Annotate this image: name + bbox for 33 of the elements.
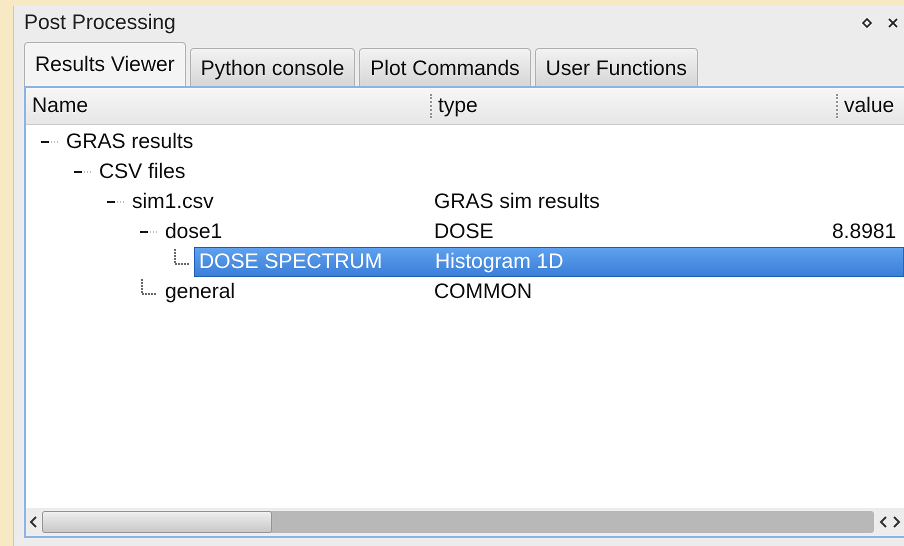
tab[interactable]: User Functions	[534, 48, 698, 86]
window-title: Post Processing	[24, 11, 177, 35]
type-cell-text: DOSE	[434, 220, 495, 244]
scrollbar-thumb[interactable]	[42, 511, 272, 533]
type-cell-text: COMMON	[434, 280, 533, 304]
type-cell-text: GRAS sim results	[434, 190, 601, 214]
name-cell-text: general	[164, 280, 236, 304]
scroll-right-button[interactable]	[892, 515, 902, 529]
type-cell-text: Histogram 1D	[435, 250, 564, 274]
scrollbar-track[interactable]	[42, 511, 874, 533]
tree-line-icon	[141, 279, 157, 295]
float-icon[interactable]	[862, 18, 872, 28]
column-header[interactable]: type	[430, 94, 836, 118]
tree-row[interactable]: dose1 DOSE 8.8981	[161, 218, 902, 246]
tree-row[interactable]: GRAS results	[62, 128, 902, 156]
tab[interactable]: Python console	[190, 48, 356, 86]
name-cell-text: GRAS results	[65, 130, 194, 154]
name-cell-text: DOSE SPECTRUM	[198, 250, 384, 274]
tree-row[interactable]: CSV files	[95, 158, 902, 186]
value-cell: 8.8981	[832, 220, 896, 244]
close-icon[interactable]	[888, 18, 898, 28]
tree-row[interactable]: sim1.csv GRAS sim results	[128, 188, 902, 216]
tab[interactable]: Results Viewer	[24, 42, 186, 86]
name-cell-text: CSV files	[98, 160, 186, 184]
column-header[interactable]: Name	[26, 94, 430, 118]
name-cell-text: sim1.csv	[131, 190, 215, 214]
name-cell-text: dose1	[164, 220, 224, 244]
tab[interactable]: Plot Commands	[359, 48, 531, 86]
scroll-left-button[interactable]	[878, 515, 888, 529]
scroll-left-button[interactable]	[28, 515, 38, 529]
tree-line-icon	[174, 249, 190, 265]
column-header[interactable]: value	[836, 94, 894, 118]
tree-row[interactable]: general COMMON	[161, 278, 902, 306]
